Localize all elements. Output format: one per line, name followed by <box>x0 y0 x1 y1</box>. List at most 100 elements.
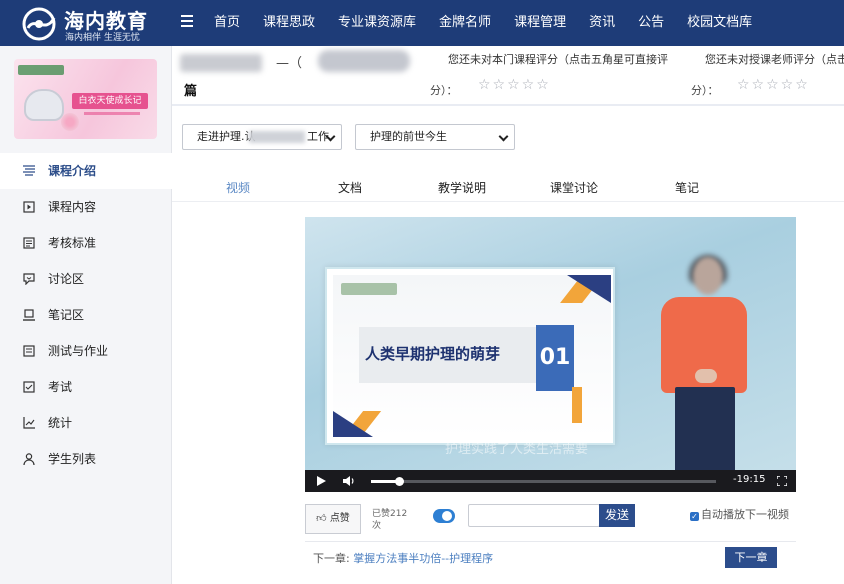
divider <box>305 541 796 542</box>
site-logo[interactable]: 海内教育 海内相伴 生涯无忧 <box>20 5 170 43</box>
next-chapter-prefix: 下一章: <box>313 552 350 565</box>
redacted-course-title-part <box>318 50 410 72</box>
tab-notes[interactable]: 笔记 <box>675 179 699 196</box>
teacher-score-label: 分）： <box>691 84 719 97</box>
checkbox-checked-icon: ✓ <box>690 512 699 521</box>
list-icon <box>23 165 35 176</box>
chart-icon <box>23 417 35 429</box>
sidebar-item-label: 笔记区 <box>48 308 85 322</box>
thumbs-up-icon: 👍︎ <box>316 513 327 524</box>
next-chapter-link[interactable]: 掌握方法事半功倍--护理程序 <box>353 552 493 565</box>
course-title-middle: —（ <box>276 56 303 71</box>
danmaku-toggle[interactable] <box>433 509 455 523</box>
teacher-rating-prompt: 您还未对授课老师评分（点击五 <box>705 53 844 66</box>
redacted-course-title <box>180 54 262 72</box>
tab-document[interactable]: 文档 <box>338 179 362 196</box>
nurse-mask-image <box>24 89 64 121</box>
sidebar-item-label: 统计 <box>48 416 73 430</box>
nav-item-document-library[interactable]: 校园文档库 <box>687 0 752 46</box>
tab-class-discussion[interactable]: 课堂讨论 <box>550 179 598 196</box>
exam-icon <box>23 381 35 393</box>
sidebar-item-notes[interactable]: 笔记区 <box>0 297 172 333</box>
video-icon <box>23 201 35 213</box>
next-chapter-button[interactable]: 下一章 <box>725 547 777 568</box>
nav-item-famous-teachers[interactable]: 金牌名师 <box>439 0 491 46</box>
laptop-icon <box>23 309 35 321</box>
chapter-select-value: 走进护理.认 <box>197 130 256 143</box>
logo-subtitle: 海内相伴 生涯无忧 <box>65 33 140 43</box>
nav-item-home[interactable]: 首页 <box>214 0 240 46</box>
chevron-down-icon <box>498 131 509 142</box>
section-select[interactable]: 护理的前世今生 <box>355 124 515 150</box>
nav-item-resource-library[interactable]: 专业课资源库 <box>338 0 416 46</box>
video-time-remaining: -19:15 <box>733 474 766 485</box>
nav-item-course-ideology[interactable]: 课程思政 <box>263 0 315 46</box>
like-button[interactable]: 👍︎ 点赞 <box>305 504 361 534</box>
volume-icon[interactable] <box>343 475 357 487</box>
tab-video[interactable]: 视频 <box>226 179 250 196</box>
lecture-slide: 人类早期护理的萌芽 01 <box>325 267 615 445</box>
sidebar-item-course-intro[interactable]: 课程介绍 <box>0 153 172 189</box>
course-rating-prompt: 您还未对本门课程评分（点击五角星可直接评 <box>448 53 668 66</box>
sidebar-item-label: 讨论区 <box>48 272 85 286</box>
course-header: —（ 篇 您还未对本门课程评分（点击五角星可直接评 您还未对授课老师评分（点击五… <box>172 46 844 106</box>
slide-title: 人类早期护理的萌芽 <box>365 345 501 363</box>
presenter-image <box>655 255 747 492</box>
banner-title: 白衣天使成长记 <box>72 93 148 109</box>
course-sidebar: 白衣天使成长记 课程介绍 课程内容 考核标准 讨论区 笔记区 测试与作业 考试 … <box>0 46 172 584</box>
banner-decoration <box>84 112 140 115</box>
video-player[interactable]: 人类早期护理的萌芽 01 护理实践了人类生活需要 -19:15 <box>305 217 796 492</box>
fullscreen-icon[interactable] <box>777 476 787 486</box>
liked-count: 已赞212次 <box>372 509 408 531</box>
nav-item-news[interactable]: 资讯 <box>589 0 615 46</box>
user-icon <box>23 453 35 465</box>
document-icon <box>23 345 35 357</box>
clipboard-icon <box>23 237 35 249</box>
slide-number: 01 <box>536 325 574 391</box>
sidebar-item-label: 考试 <box>48 380 73 394</box>
sidebar-item-student-list[interactable]: 学生列表 <box>0 441 172 477</box>
flower-image <box>61 113 79 131</box>
play-icon[interactable] <box>317 476 326 486</box>
course-title-tail: 篇 <box>184 84 198 99</box>
main-nav: 首页 课程思政 专业课资源库 金牌名师 课程管理 资讯 公告 校园文档库 <box>214 0 775 46</box>
tab-teaching-notes[interactable]: 教学说明 <box>438 179 486 196</box>
banner-school-logo <box>18 65 64 75</box>
sidebar-menu: 课程介绍 课程内容 考核标准 讨论区 笔记区 测试与作业 考试 统计 学生列表 <box>0 153 172 477</box>
course-score-label: 分）： <box>430 84 458 97</box>
nav-item-announcements[interactable]: 公告 <box>638 0 664 46</box>
sidebar-item-statistics[interactable]: 统计 <box>0 405 172 441</box>
teacher-rating-stars[interactable]: ☆☆☆☆☆ <box>737 77 810 93</box>
video-progress-bar[interactable] <box>371 477 716 486</box>
sidebar-item-discussion[interactable]: 讨论区 <box>0 261 172 297</box>
sidebar-item-label: 课程内容 <box>48 200 97 214</box>
comment-input[interactable] <box>468 504 600 527</box>
video-controls: -19:15 <box>305 470 796 492</box>
chat-icon <box>23 273 35 285</box>
autoplay-label: 自动播放下一视频 <box>701 508 789 521</box>
sidebar-item-tests-homework[interactable]: 测试与作业 <box>0 333 172 369</box>
redacted-chapter-text <box>249 131 305 143</box>
sidebar-item-course-content[interactable]: 课程内容 <box>0 189 172 225</box>
hamburger-menu-icon[interactable] <box>181 15 193 27</box>
sidebar-item-label: 课程介绍 <box>48 164 97 178</box>
top-nav-bar: 海内教育 海内相伴 生涯无忧 首页 课程思政 专业课资源库 金牌名师 课程管理 … <box>0 0 844 46</box>
sidebar-item-label: 测试与作业 <box>48 344 109 358</box>
slide-school-logo <box>341 283 397 295</box>
next-chapter-info: 下一章: 掌握方法事半功倍--护理程序 <box>313 550 493 566</box>
sidebar-item-exam[interactable]: 考试 <box>0 369 172 405</box>
section-select-value: 护理的前世今生 <box>370 130 447 143</box>
video-progress-handle[interactable] <box>394 477 404 486</box>
chapter-select[interactable]: 走进护理.认 工作 <box>182 124 342 150</box>
course-rating-stars[interactable]: ☆☆☆☆☆ <box>478 77 551 93</box>
nav-item-course-management[interactable]: 课程管理 <box>514 0 566 46</box>
video-subtitle: 护理实践了人类生活需要 <box>445 442 589 457</box>
send-button[interactable]: 发送 <box>599 504 635 527</box>
sidebar-item-assessment[interactable]: 考核标准 <box>0 225 172 261</box>
sidebar-item-label: 学生列表 <box>48 452 97 466</box>
autoplay-checkbox[interactable]: ✓ 自动播放下一视频 <box>690 506 789 522</box>
sidebar-item-label: 考核标准 <box>48 236 97 250</box>
like-button-label: 点赞 <box>329 513 350 524</box>
course-banner[interactable]: 白衣天使成长记 <box>14 59 157 139</box>
logo-swirl-icon <box>22 7 56 41</box>
